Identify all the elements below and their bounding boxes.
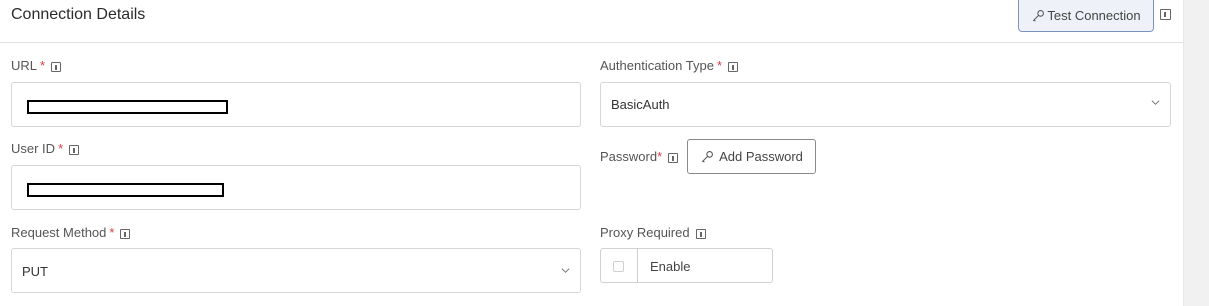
connection-details-panel: Connection Details Test Connection URL * …	[0, 0, 1183, 306]
chevron-down-icon	[1151, 100, 1160, 105]
proxy-toggle[interactable]: Enable	[600, 248, 773, 283]
required-mark: *	[716, 58, 723, 73]
info-icon[interactable]	[668, 152, 679, 163]
user-id-label: User ID *	[11, 141, 80, 156]
proxy-enable-label: Enable	[650, 259, 691, 274]
proxy-enable-checkbox[interactable]	[613, 261, 624, 272]
info-icon[interactable]	[728, 61, 739, 72]
auth-type-label: Authentication Type *	[600, 58, 739, 73]
auth-type-value: BasicAuth	[611, 97, 670, 112]
panel-header: Connection Details Test Connection	[0, 0, 1183, 43]
request-method-label: Request Method *	[11, 225, 131, 240]
redacted-value	[27, 100, 228, 114]
info-icon[interactable]	[51, 61, 62, 72]
request-method-select[interactable]: PUT	[11, 248, 581, 293]
info-icon[interactable]	[120, 228, 131, 239]
redacted-value	[27, 183, 224, 197]
chevron-down-icon	[561, 268, 570, 273]
user-id-input[interactable]	[11, 165, 581, 210]
proxy-required-label-text: Proxy Required	[600, 225, 690, 240]
password-label-text: Password	[600, 149, 658, 164]
url-label: URL *	[11, 58, 62, 73]
auth-type-select[interactable]: BasicAuth	[600, 82, 1171, 127]
required-mark: *	[58, 141, 64, 156]
add-password-button[interactable]: Add Password	[687, 139, 816, 174]
auth-type-label-text: Authentication Type	[600, 58, 714, 73]
key-icon	[701, 150, 714, 163]
proxy-required-label: Proxy Required	[600, 225, 706, 240]
key-icon	[1033, 9, 1045, 22]
url-label-text: URL	[11, 58, 38, 73]
required-mark: *	[109, 225, 115, 240]
required-mark: *	[657, 149, 663, 164]
required-mark: *	[40, 58, 46, 73]
request-method-value: PUT	[22, 264, 48, 279]
scrollbar[interactable]	[1183, 0, 1209, 306]
user-id-label-text: User ID	[11, 141, 56, 156]
info-icon[interactable]	[1160, 9, 1171, 20]
url-input[interactable]	[11, 82, 581, 127]
password-label: Password*	[600, 149, 679, 164]
info-icon[interactable]	[695, 228, 706, 239]
add-password-label: Add Password	[719, 149, 803, 164]
info-icon[interactable]	[69, 144, 80, 155]
test-connection-button[interactable]: Test Connection	[1018, 0, 1154, 32]
page-title: Connection Details	[11, 6, 146, 23]
request-method-label-text: Request Method	[11, 225, 107, 240]
divider	[637, 249, 638, 282]
test-connection-label: Test Connection	[1047, 8, 1141, 23]
